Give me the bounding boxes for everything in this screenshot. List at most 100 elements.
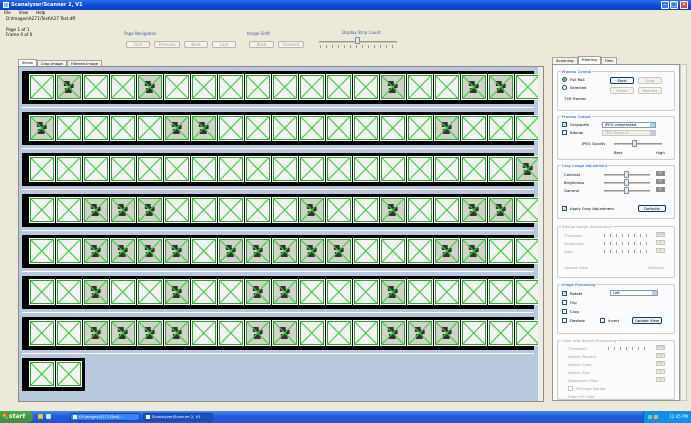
frame-thumbnail[interactable] <box>191 156 217 182</box>
bitonal-format-select[interactable]: TIFF Group 4 <box>602 130 656 136</box>
frame-thumbnail[interactable] <box>326 197 352 223</box>
frame-thumbnail[interactable] <box>137 279 163 305</box>
cp-threshold-value[interactable]: 128 <box>656 345 665 350</box>
frame-thumbnail[interactable] <box>407 74 433 100</box>
frame-thumbnail[interactable] <box>515 115 541 141</box>
resume-button[interactable]: Resume <box>638 87 662 94</box>
frame-thumbnail[interactable] <box>191 320 217 346</box>
frame-thumbnail[interactable] <box>272 197 298 223</box>
frame-thumbnail[interactable] <box>515 156 541 182</box>
stop-button[interactable]: Stop <box>638 77 662 84</box>
tab-scanning[interactable]: Scanning <box>552 57 578 64</box>
frame-thumbnail[interactable] <box>110 279 136 305</box>
frame-thumbnail[interactable] <box>353 74 379 100</box>
frame-thumbnail[interactable] <box>218 238 244 264</box>
frame-thumbnail[interactable] <box>137 74 163 100</box>
frame-thumbnail[interactable] <box>218 320 244 346</box>
frame-thumbnail[interactable] <box>29 156 55 182</box>
frame-thumbnail[interactable] <box>164 74 190 100</box>
detect-size-value[interactable]: 4 <box>656 369 665 374</box>
frame-thumbnail[interactable] <box>461 156 487 182</box>
frame-thumbnail[interactable] <box>515 320 541 346</box>
threshold-value[interactable]: 128 <box>656 232 665 237</box>
frame-thumbnail[interactable] <box>83 238 109 264</box>
film-strip[interactable] <box>22 194 541 227</box>
frame-thumbnail[interactable] <box>353 320 379 346</box>
start-button[interactable]: Start <box>610 77 634 84</box>
frame-thumbnail[interactable] <box>380 74 406 100</box>
frame-thumbnail[interactable] <box>164 115 190 141</box>
contrast-value[interactable]: 0 <box>656 171 665 176</box>
frame-thumbnail[interactable] <box>515 279 541 305</box>
frame-thumbnail[interactable] <box>83 74 109 100</box>
frame-thumbnail[interactable] <box>110 197 136 223</box>
frame-thumbnail[interactable] <box>380 320 406 346</box>
frame-thumbnail[interactable] <box>326 74 352 100</box>
tab-filtering[interactable]: Filtering <box>577 56 601 64</box>
frame-thumbnail[interactable] <box>137 115 163 141</box>
start-button-taskbar[interactable]: start <box>0 411 33 423</box>
detect-percent-value[interactable]: 20 <box>656 353 665 358</box>
frame-thumbnail[interactable] <box>353 115 379 141</box>
frame-thumbnail[interactable] <box>137 197 163 223</box>
frame-thumbnail[interactable] <box>83 279 109 305</box>
viewer-scrollbar[interactable] <box>538 67 543 401</box>
frame-thumbnail[interactable] <box>110 156 136 182</box>
frame-thumbnail[interactable] <box>29 115 55 141</box>
gamma-value[interactable]: 1 <box>656 187 665 192</box>
frame-thumbnail[interactable] <box>299 115 325 141</box>
frame-thumbnail[interactable] <box>353 197 379 223</box>
frame-thumbnail[interactable] <box>83 156 109 182</box>
frame-thumbnail[interactable] <box>326 238 352 264</box>
frame-thumbnail[interactable] <box>434 156 460 182</box>
frame-thumbnail[interactable] <box>353 279 379 305</box>
frame-thumbnail[interactable] <box>29 74 55 100</box>
frame-thumbnail[interactable] <box>56 74 82 100</box>
contrast-thumb[interactable] <box>624 171 629 178</box>
update-view-button[interactable]: Update View <box>632 317 662 324</box>
frame-thumbnail[interactable] <box>245 156 271 182</box>
frame-thumbnail[interactable] <box>326 279 352 305</box>
task-scanalyzer[interactable]: Scanalyzer/Scanner 2, V1 <box>143 413 213 421</box>
frame-thumbnail[interactable] <box>56 238 82 264</box>
settings-scrollbar[interactable] <box>680 64 687 401</box>
frame-thumbnail[interactable] <box>326 156 352 182</box>
frame-thumbnail[interactable] <box>488 238 514 264</box>
frame-thumbnail[interactable] <box>137 238 163 264</box>
previous-button[interactable]: Previous <box>154 41 180 48</box>
frame-thumbnail[interactable] <box>299 238 325 264</box>
rotate-checkbox[interactable]: ✓ <box>562 291 567 297</box>
frame-thumbnail[interactable] <box>380 279 406 305</box>
frame-thumbnail[interactable] <box>407 320 433 346</box>
frame-thumbnail[interactable] <box>515 197 541 223</box>
volume-icon[interactable] <box>654 415 658 419</box>
frame-thumbnail[interactable] <box>353 156 379 182</box>
frame-thumbnail[interactable] <box>488 74 514 100</box>
frame-thumbnail[interactable] <box>299 74 325 100</box>
grayscale-format-select[interactable]: JPEG compressed <box>602 122 656 128</box>
frame-thumbnail[interactable] <box>218 279 244 305</box>
frame-thumbnail[interactable] <box>218 197 244 223</box>
bitonal-update-view[interactable]: Update View <box>564 265 588 270</box>
bitonal-checkbox[interactable] <box>562 130 567 135</box>
frame-thumbnail[interactable] <box>164 320 190 346</box>
film-strip[interactable] <box>22 153 541 186</box>
frame-thumbnail[interactable] <box>164 279 190 305</box>
frame-thumbnail[interactable] <box>407 279 433 305</box>
frame-thumbnail[interactable] <box>299 156 325 182</box>
type-value[interactable]: 0 <box>656 248 665 253</box>
frame-thumbnail[interactable] <box>83 197 109 223</box>
quicklaunch-ie-icon[interactable] <box>38 414 43 419</box>
gray-defaults-button[interactable]: Defaults <box>638 205 666 212</box>
quicklaunch-desktop-icon[interactable] <box>46 414 51 419</box>
frame-thumbnail[interactable] <box>407 156 433 182</box>
apply-gray-checkbox[interactable]: ✓ <box>562 206 567 212</box>
rotate-select[interactable]: Left <box>610 290 658 296</box>
frame-thumbnail[interactable] <box>164 197 190 223</box>
frame-thumbnail[interactable] <box>191 74 217 100</box>
frame-thumbnail[interactable] <box>245 279 271 305</box>
frame-thumbnail[interactable] <box>245 197 271 223</box>
frame-thumbnail[interactable] <box>110 115 136 141</box>
frame-thumbnail[interactable] <box>29 197 55 223</box>
pause-button[interactable]: Pause <box>610 87 634 94</box>
